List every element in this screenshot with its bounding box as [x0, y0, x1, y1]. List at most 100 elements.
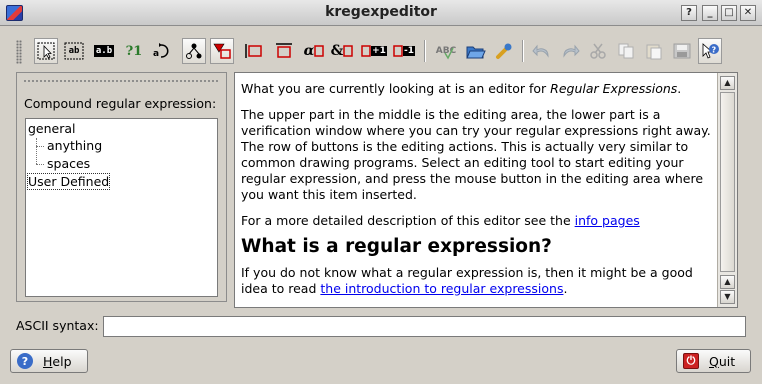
scroll-up-button[interactable]: ▲ [720, 76, 735, 90]
toolbar-grip[interactable] [16, 40, 22, 64]
positive-lookahead-button[interactable]: +1 [360, 38, 388, 64]
triangle-box-icon [213, 43, 231, 59]
scissors-icon [590, 43, 606, 59]
select-tool-button[interactable] [34, 38, 58, 64]
help-mnemonic: H [43, 353, 53, 369]
alternatives-icon: a [153, 43, 169, 59]
whats-this-icon: ? [702, 43, 719, 59]
intro-link-suffix: . [563, 281, 568, 296]
quit-icon: ⏻ [683, 353, 699, 369]
line-start-button[interactable] [242, 38, 266, 64]
title-bar: kregexpeditor ? _ □ ✕ [0, 0, 762, 26]
pointer-icon [37, 42, 55, 60]
window-title: kregexpeditor [325, 4, 437, 20]
editing-toolbar: ab a.b ?1 a α & +1 -1 ABC ? [16, 38, 746, 66]
help-paragraph-intro-link: If you do not know what a regular expres… [241, 265, 719, 297]
svg-text:?: ? [712, 46, 717, 55]
help-label-rest: elp [52, 353, 72, 369]
help-icon: ? [17, 353, 33, 369]
help-button-label: Help [43, 354, 72, 369]
tree-item-spaces[interactable]: spaces [47, 156, 90, 171]
quit-mnemonic: Q [709, 353, 719, 369]
intro-emphasis: Regular Expressions [550, 81, 678, 96]
copy-button[interactable] [614, 38, 638, 64]
alpha-label: α [303, 43, 315, 59]
text-tool-button[interactable]: ab [62, 38, 86, 64]
ascii-syntax-input[interactable] [103, 316, 746, 337]
help-scrollbar[interactable]: ▲ ▲ ▼ [717, 73, 737, 307]
quit-button-label: Quit [709, 354, 735, 369]
minimize-button[interactable]: _ [702, 5, 718, 21]
folder-open-icon [466, 46, 486, 59]
context-help-button[interactable]: ? [681, 5, 697, 21]
editor-help-pane[interactable]: What you are currently looking at is an … [234, 72, 738, 308]
negative-lookahead-button[interactable]: -1 [390, 38, 418, 64]
floppy-icon [673, 43, 691, 59]
paste-icon [646, 44, 662, 60]
undo-button[interactable] [530, 38, 554, 64]
redo-button[interactable] [558, 38, 582, 64]
amp-label: & [330, 43, 344, 59]
tree-item-general[interactable]: general [28, 121, 76, 136]
save-button[interactable] [670, 38, 694, 64]
line-end-button[interactable] [272, 38, 296, 64]
cut-button[interactable] [586, 38, 610, 64]
intro-suffix: . [677, 81, 682, 96]
intro-text: What you are currently looking at is an … [241, 81, 551, 96]
spellcheck-button[interactable]: ABC [432, 38, 460, 64]
redo-icon [563, 44, 580, 58]
alternatives-button[interactable]: a [150, 38, 174, 64]
tree-item-anything[interactable]: anything [47, 138, 102, 153]
compound-panel: Compound regular expression: general any… [16, 72, 227, 302]
tree-branch-line [36, 138, 37, 164]
maximize-button[interactable]: □ [721, 5, 737, 21]
toolbar-separator [424, 40, 426, 62]
paste-button[interactable] [642, 38, 666, 64]
repeat-label: ?1 [125, 43, 143, 59]
info-text: For a more detailed description of this … [241, 213, 575, 228]
quit-button[interactable]: ⏻ Quit [676, 349, 751, 373]
close-button[interactable]: ✕ [740, 5, 756, 21]
any-char-label: a.b [93, 45, 115, 57]
line-end-icon [276, 43, 292, 58]
plus-one-label: +1 [371, 46, 387, 56]
settings-button[interactable] [492, 38, 516, 64]
any-char-button[interactable]: a.b [92, 38, 116, 64]
ascii-syntax-label: ASCII syntax: [16, 318, 99, 333]
compound-button[interactable] [182, 38, 206, 64]
panel-grip[interactable] [23, 79, 219, 83]
scroll-up-button-2[interactable]: ▲ [720, 275, 735, 289]
tree-branch-line-3 [36, 164, 44, 165]
repeat-button[interactable]: ?1 [122, 38, 146, 64]
introduction-link[interactable]: the introduction to regular expressions [320, 281, 563, 296]
scroll-down-button[interactable]: ▼ [720, 290, 735, 304]
toolbar-separator-2 [522, 40, 524, 62]
word-boundary-button[interactable]: α [302, 38, 326, 64]
text-tool-label: ab [68, 46, 80, 56]
red-box-icon-3 [361, 45, 371, 57]
copy-icon [618, 43, 634, 59]
help-content: What you are currently looking at is an … [241, 81, 719, 307]
line-start-icon [245, 44, 262, 58]
quit-label-rest: uit [718, 353, 736, 369]
tree-item-user-defined[interactable]: User Defined [26, 173, 111, 190]
help-heading: What is a regular expression? [241, 236, 552, 257]
red-box-icon-4 [393, 45, 403, 57]
red-box-icon-2 [343, 45, 354, 57]
wrench-icon [496, 43, 512, 59]
scroll-thumb[interactable] [720, 92, 735, 272]
compound-tree[interactable]: general anything spaces User Defined [25, 118, 218, 297]
help-paragraph-usage: The upper part in the middle is the edit… [241, 107, 711, 202]
whats-this-button[interactable]: ? [698, 38, 722, 64]
branch-icon [186, 43, 202, 59]
compound-label: Compound regular expression: [24, 96, 217, 111]
help-button[interactable]: ? Help [10, 349, 88, 373]
help-paragraph-intro: What you are currently looking at is an … [241, 81, 719, 97]
info-pages-link[interactable]: info pages [575, 213, 640, 228]
open-button[interactable] [464, 38, 488, 64]
non-word-boundary-button[interactable]: & [330, 38, 354, 64]
red-box-icon [314, 45, 325, 57]
tree-branch-line-2 [36, 146, 44, 147]
lookahead-button[interactable] [210, 38, 234, 64]
minus-one-label: -1 [403, 46, 415, 56]
